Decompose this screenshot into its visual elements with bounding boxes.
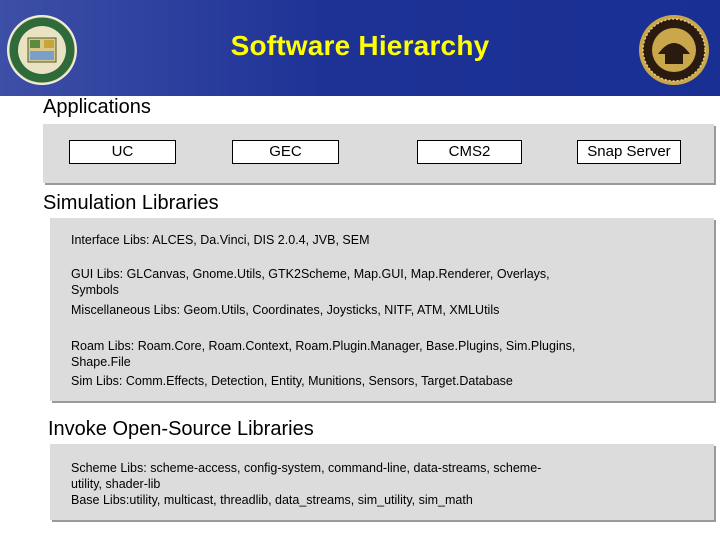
interface-libs-text: Interface Libs: ALCES, Da.Vinci, DIS 2.0… <box>71 233 370 247</box>
scheme-libs-text-line1: Scheme Libs: scheme-access, config-syste… <box>71 461 542 475</box>
app-box-snap-server: Snap Server <box>577 140 681 164</box>
page-title: Software Hierarchy <box>230 30 490 61</box>
roam-libs-text-line1: Roam Libs: Roam.Core, Roam.Context, Roam… <box>71 339 576 353</box>
roam-libs-text-line2: Shape.File <box>71 355 131 369</box>
gui-libs-text-line2: Symbols <box>71 283 119 297</box>
open-source-heading: Invoke Open-Source Libraries <box>48 418 314 440</box>
app-box-gec: GEC <box>232 140 339 164</box>
sim-libs-text: Sim Libs: Comm.Effects, Detection, Entit… <box>71 374 513 388</box>
base-libs-text: Base Libs:utility, multicast, threadlib,… <box>71 493 473 507</box>
applications-heading: Applications <box>43 96 151 118</box>
misc-libs-text: Miscellaneous Libs: Geom.Utils, Coordina… <box>71 303 500 317</box>
gui-libs-text-line1: GUI Libs: GLCanvas, Gnome.Utils, GTK2Sch… <box>71 267 550 281</box>
simulation-heading: Simulation Libraries <box>43 192 219 214</box>
app-box-cms2: CMS2 <box>417 140 522 164</box>
app-box-uc: UC <box>69 140 176 164</box>
scheme-libs-text-line2: utility, shader-lib <box>71 477 161 491</box>
